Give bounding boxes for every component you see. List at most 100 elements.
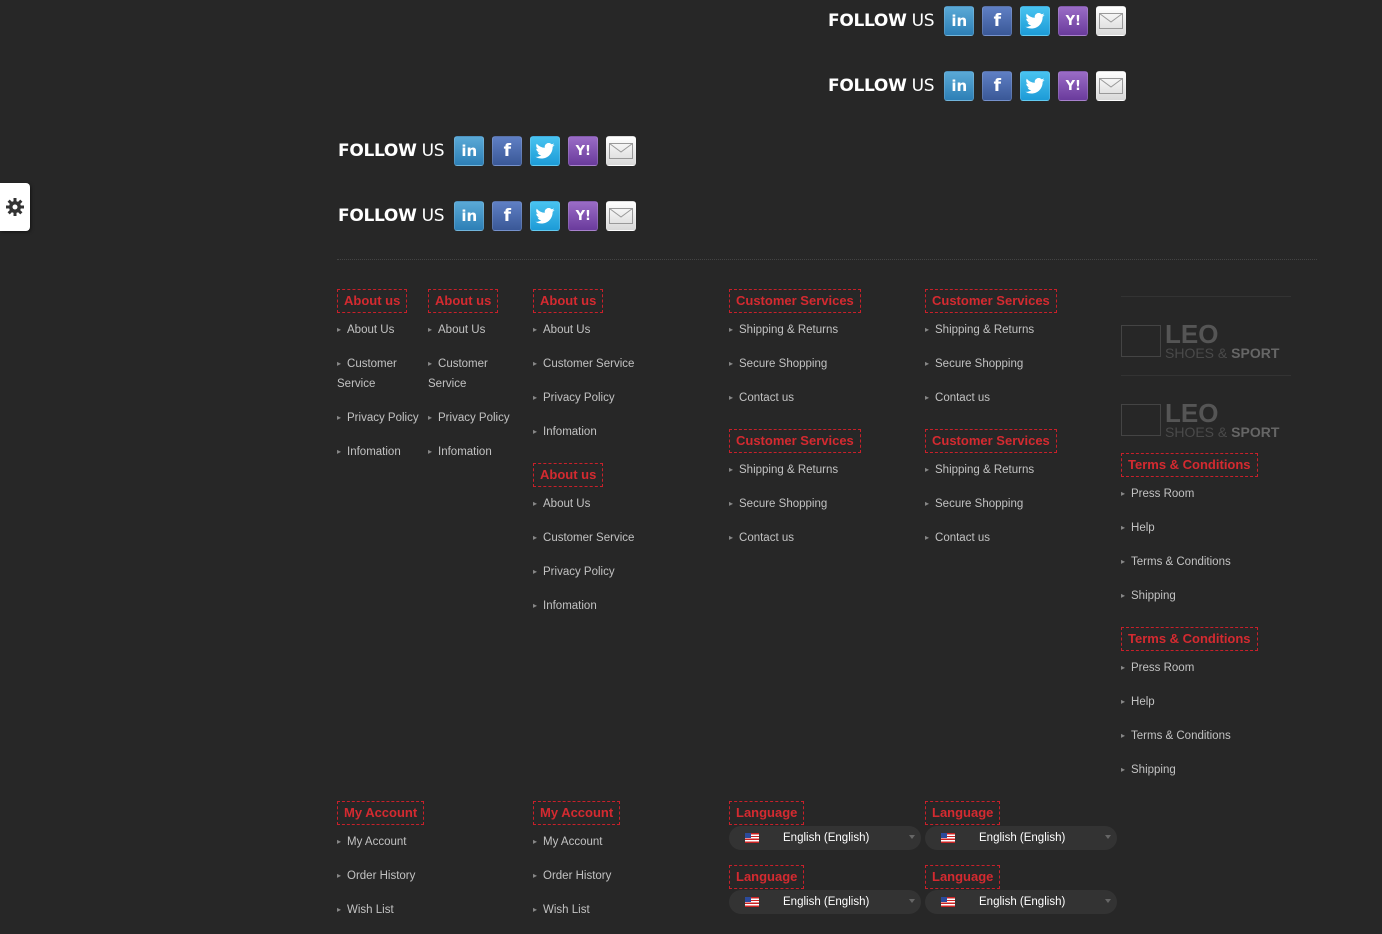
customer-services-link[interactable]: Contact us (925, 528, 1034, 548)
customer-services-link[interactable]: Secure Shopping (729, 494, 838, 514)
facebook-icon[interactable]: f (492, 201, 523, 231)
leo-logo: LEO SHOES & SPORT (1121, 296, 1291, 361)
follow-us-label: FOLLOW US (338, 141, 445, 161)
about-us-link[interactable]: Privacy Policy (428, 408, 510, 428)
follow-us-label: FOLLOW US (338, 206, 445, 226)
customer-services-link[interactable]: Shipping & Returns (925, 320, 1034, 340)
linkedin-icon[interactable]: in (454, 136, 485, 166)
us-flag-icon (941, 897, 955, 907)
twitter-icon[interactable] (1020, 6, 1051, 36)
mail-icon[interactable] (1096, 71, 1127, 101)
about-us-list: About Us Customer Service Privacy Policy In… (428, 320, 510, 476)
my-account-link[interactable]: My Account (533, 832, 611, 852)
yahoo-icon[interactable]: Y! (568, 201, 599, 231)
mail-icon[interactable] (606, 201, 637, 231)
customer-services-link[interactable]: Shipping & Returns (729, 320, 838, 340)
follow-us-label: FOLLOW US (828, 76, 935, 96)
facebook-icon[interactable]: f (982, 6, 1013, 36)
yahoo-icon[interactable]: Y! (1058, 71, 1089, 101)
about-us-link[interactable]: Customer Service (533, 528, 634, 548)
terms-conditions-link[interactable]: Press Room (1121, 658, 1231, 678)
shoe-icon (1121, 404, 1161, 436)
terms-conditions-link[interactable]: Terms & Conditions (1121, 552, 1231, 572)
twitter-icon[interactable] (1020, 71, 1051, 101)
my-account-link[interactable]: Wish List (533, 900, 611, 920)
about-us-link[interactable]: About Us (428, 320, 510, 340)
settings-gear-button[interactable] (0, 183, 30, 231)
facebook-icon[interactable]: f (982, 71, 1013, 101)
language-value: English (English) (783, 832, 870, 844)
follow-us-bar: FOLLOW US in f Y! (338, 200, 644, 232)
about-us-link[interactable]: Infomation (428, 442, 510, 462)
about-us-title: About us (428, 289, 499, 313)
customer-services-link[interactable]: Secure Shopping (925, 354, 1034, 374)
language-select[interactable]: English (English) (925, 826, 1117, 850)
customer-services-link[interactable]: Secure Shopping (925, 494, 1034, 514)
about-us-link[interactable]: About Us (337, 320, 419, 340)
about-us-link[interactable]: About Us (533, 320, 634, 340)
follow-us-bar: FOLLOW US in f Y! (828, 5, 1134, 37)
language-title: Language (925, 865, 1001, 889)
terms-conditions-link[interactable]: Help (1121, 518, 1231, 538)
language-select[interactable]: English (English) (729, 890, 921, 914)
us-flag-icon (745, 833, 759, 843)
twitter-icon[interactable] (530, 201, 561, 231)
my-account-link[interactable]: Wish List (337, 900, 415, 920)
language-value: English (English) (979, 832, 1066, 844)
customer-services-link[interactable]: Contact us (729, 388, 838, 408)
customer-services-link[interactable]: Shipping & Returns (729, 460, 838, 480)
language-select[interactable]: English (English) (729, 826, 921, 850)
my-account-link[interactable]: My Account (337, 832, 415, 852)
terms-conditions-title: Terms & Conditions (1121, 453, 1258, 477)
about-us-list: About Us Customer Service Privacy Policy In… (337, 320, 419, 476)
facebook-icon[interactable]: f (492, 136, 523, 166)
about-us-link[interactable]: Privacy Policy (533, 562, 634, 582)
language-title: Language (925, 801, 1001, 825)
customer-services-list: Shipping & Returns Secure Shopping Contact… (925, 320, 1034, 422)
us-flag-icon (745, 897, 759, 907)
about-us-link[interactable]: Infomation (533, 596, 634, 616)
about-us-link[interactable]: Customer Service (337, 354, 419, 394)
mail-icon[interactable] (1096, 6, 1127, 36)
logo-subtitle: SHOES & SPORT (1165, 424, 1280, 440)
yahoo-icon[interactable]: Y! (568, 136, 599, 166)
terms-conditions-link[interactable]: Terms & Conditions (1121, 726, 1231, 746)
yahoo-icon[interactable]: Y! (1058, 6, 1089, 36)
language-select[interactable]: English (English) (925, 890, 1117, 914)
customer-services-link[interactable]: Contact us (925, 388, 1034, 408)
language-title: Language (729, 801, 805, 825)
about-us-link[interactable]: Customer Service (533, 354, 634, 374)
us-flag-icon (941, 833, 955, 843)
linkedin-icon[interactable]: in (454, 201, 485, 231)
footer-divider (337, 259, 1317, 260)
shoe-icon (1121, 325, 1161, 357)
about-us-link[interactable]: About Us (533, 494, 634, 514)
about-us-link[interactable]: Customer Service (428, 354, 510, 394)
twitter-icon[interactable] (530, 136, 561, 166)
about-us-title: About us (337, 289, 408, 313)
my-account-link[interactable]: Order History (533, 866, 611, 886)
about-us-list: About Us Customer Service Privacy Policy In… (533, 320, 634, 456)
terms-conditions-link[interactable]: Shipping (1121, 586, 1231, 606)
my-account-list: My Account Order History Wish List (337, 832, 415, 934)
about-us-link[interactable]: Privacy Policy (533, 388, 634, 408)
customer-services-link[interactable]: Shipping & Returns (925, 460, 1034, 480)
about-us-link[interactable]: Privacy Policy (337, 408, 419, 428)
mail-icon[interactable] (606, 136, 637, 166)
customer-services-link[interactable]: Secure Shopping (729, 354, 838, 374)
follow-us-bar: FOLLOW US in f Y! (338, 135, 644, 167)
terms-conditions-link[interactable]: Press Room (1121, 484, 1231, 504)
about-us-link[interactable]: Infomation (337, 442, 419, 462)
follow-us-bar: FOLLOW US in f Y! (828, 70, 1134, 102)
my-account-link[interactable]: Order History (337, 866, 415, 886)
my-account-title: My Account (337, 801, 425, 825)
about-us-link[interactable]: Infomation (533, 422, 634, 442)
terms-conditions-title: Terms & Conditions (1121, 627, 1258, 651)
terms-conditions-link[interactable]: Help (1121, 692, 1231, 712)
linkedin-icon[interactable]: in (944, 71, 975, 101)
terms-conditions-list: Press Room Help Terms & Conditions Shipping (1121, 658, 1231, 794)
linkedin-icon[interactable]: in (944, 6, 975, 36)
terms-conditions-link[interactable]: Shipping (1121, 760, 1231, 780)
customer-services-list: Shipping & Returns Secure Shopping Contact… (729, 460, 838, 562)
customer-services-link[interactable]: Contact us (729, 528, 838, 548)
